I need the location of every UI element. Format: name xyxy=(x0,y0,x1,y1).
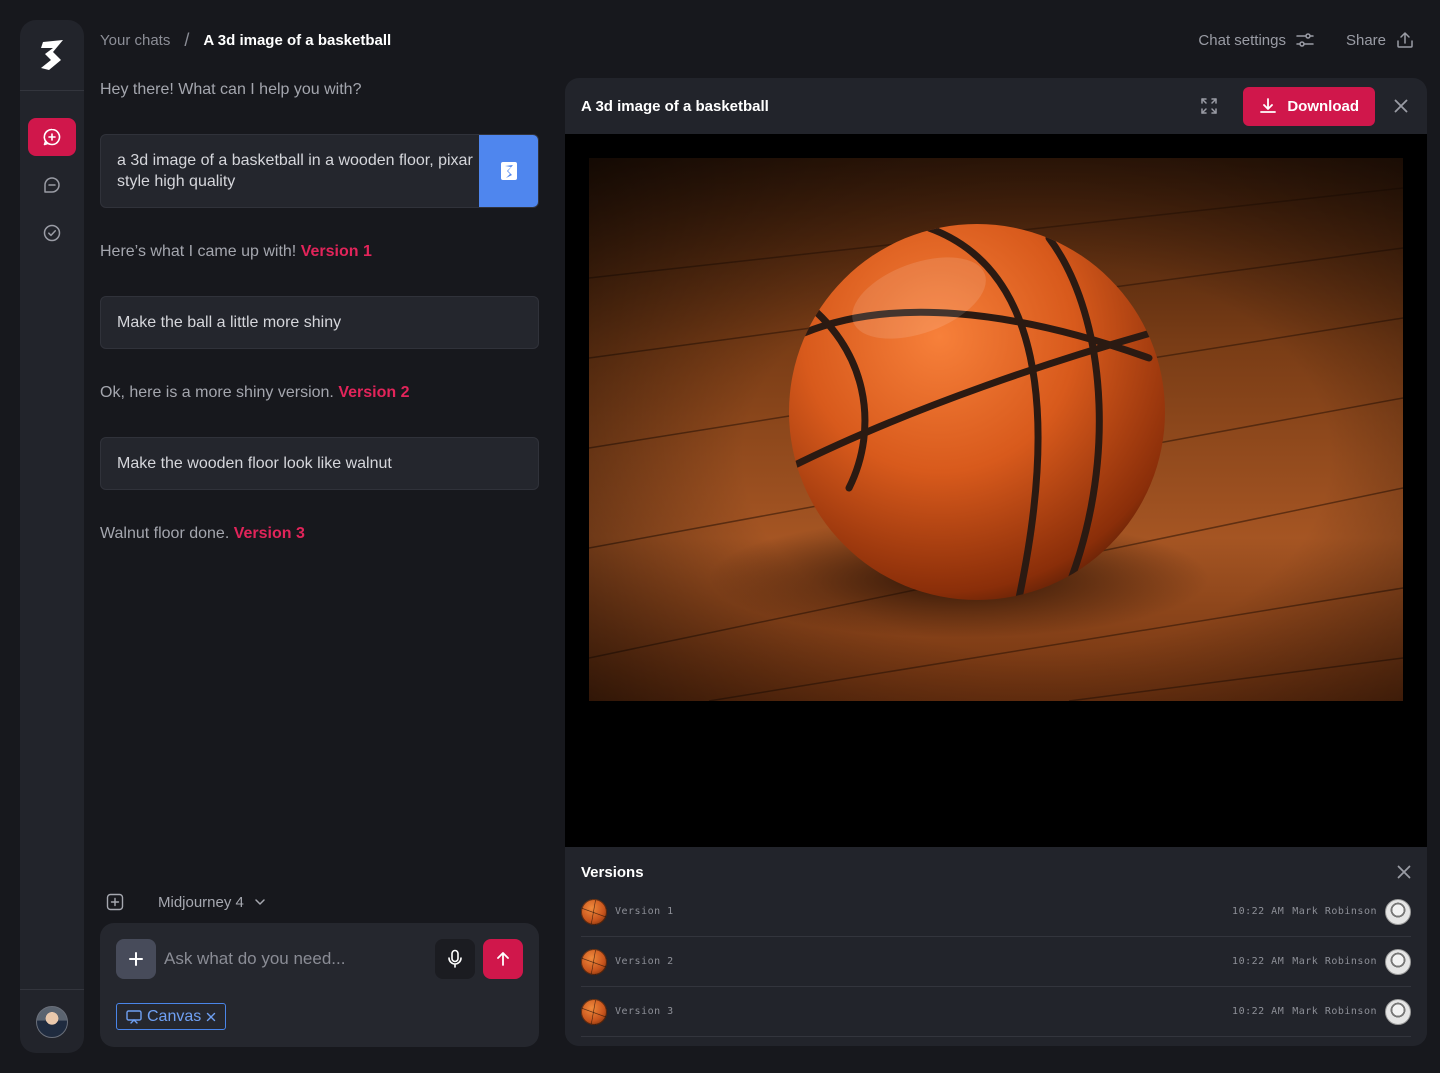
panel-title: A 3d image of a basketball xyxy=(581,97,769,115)
breadcrumb-root[interactable]: Your chats xyxy=(100,32,170,49)
chat-settings-button[interactable]: Chat settings xyxy=(1198,32,1314,49)
version-label: Version 3 xyxy=(615,1006,674,1017)
user-message: Make the wooden floor look like walnut xyxy=(100,437,539,490)
plus-icon xyxy=(129,952,143,966)
version-label: Version 1 xyxy=(615,906,674,917)
close-icon[interactable] xyxy=(206,1012,216,1022)
send-button[interactable] xyxy=(483,939,523,979)
canvas-chip-label: Canvas xyxy=(147,1007,202,1025)
version-link[interactable]: Version 3 xyxy=(234,525,305,542)
expand-button[interactable] xyxy=(1197,94,1221,118)
version-link[interactable]: Version 2 xyxy=(338,384,409,401)
microphone-button[interactable] xyxy=(435,939,475,979)
version-time: 10:22 AM xyxy=(1232,956,1285,967)
user-message: a 3d image of a basketball in a wooden f… xyxy=(100,134,539,208)
attachment-button[interactable] xyxy=(479,135,538,207)
sidebar-item-chats[interactable] xyxy=(28,166,76,204)
versions-panel: Versions Version 1 10:22 AM Mark Robinso… xyxy=(565,847,1427,1046)
version-row[interactable]: Version 2 10:22 AM Mark Robinson xyxy=(581,937,1411,987)
chat-settings-label: Chat settings xyxy=(1198,31,1286,49)
microphone-icon xyxy=(448,949,462,968)
panel-close-button[interactable] xyxy=(1391,96,1411,116)
add-square-icon[interactable] xyxy=(106,893,124,911)
versions-title: Versions xyxy=(581,863,644,881)
download-button[interactable]: Download xyxy=(1243,86,1375,126)
version-time: 10:22 AM xyxy=(1232,1006,1285,1017)
add-button[interactable] xyxy=(116,939,156,979)
breadcrumb-current: A 3d image of a basketball xyxy=(203,31,392,49)
chats-icon xyxy=(44,177,60,193)
version-user: Mark Robinson xyxy=(1292,1006,1377,1017)
attachment-file-icon xyxy=(500,162,517,180)
sidebar-item-new-chat[interactable] xyxy=(28,118,76,156)
download-icon xyxy=(1260,98,1277,113)
avatar xyxy=(1385,948,1411,975)
new-chat-icon xyxy=(43,128,61,146)
version-time: 10:22 AM xyxy=(1232,906,1285,917)
avatar xyxy=(1385,998,1411,1025)
composer: Canvas xyxy=(100,923,539,1047)
app-logo[interactable] xyxy=(20,20,84,91)
breadcrumb-separator: / xyxy=(184,29,190,50)
image-stage xyxy=(565,134,1427,847)
canvas-chip[interactable]: Canvas xyxy=(116,1003,227,1030)
assistant-message: Here’s what I came up with! Version 1 xyxy=(100,243,372,261)
version-thumbnail xyxy=(581,898,607,925)
left-rail xyxy=(20,20,84,1053)
assistant-reply-text: Walnut floor done. xyxy=(100,525,230,542)
logo-icon xyxy=(41,40,63,70)
expand-icon xyxy=(1201,98,1218,114)
user-message-text: Make the wooden floor look like walnut xyxy=(117,455,392,472)
user-avatar-area[interactable] xyxy=(20,989,84,1053)
assistant-reply-text: Here’s what I came up with! xyxy=(100,243,297,260)
model-row: Midjourney 4 xyxy=(106,892,266,912)
assistant-message: Hey there! What can I help you with? xyxy=(100,81,361,99)
version-user: Mark Robinson xyxy=(1292,906,1377,917)
sidebar-item-tasks[interactable] xyxy=(28,214,76,252)
avatar[interactable] xyxy=(36,1005,68,1038)
model-name: Midjourney 4 xyxy=(158,893,244,911)
share-icon xyxy=(1397,32,1413,48)
preview-panel: A 3d image of a basketball Download Vers… xyxy=(565,78,1427,1046)
share-button[interactable]: Share xyxy=(1346,31,1414,49)
header-actions: Chat settings Share xyxy=(1198,28,1414,52)
assistant-message: Walnut floor done. Version 3 xyxy=(100,525,305,543)
version-thumbnail xyxy=(581,998,607,1025)
avatar xyxy=(1385,898,1411,925)
share-label: Share xyxy=(1345,31,1386,49)
version-row[interactable]: Version 3 10:22 AM Mark Robinson xyxy=(581,987,1411,1037)
breadcrumb: Your chats / A 3d image of a basketball xyxy=(100,29,392,50)
assistant-reply-text: Ok, here is a more shiny version. xyxy=(100,384,334,401)
assistant-greeting: Hey there! What can I help you with? xyxy=(100,81,362,98)
versions-close-icon[interactable] xyxy=(1397,865,1411,879)
version-link[interactable]: Version 1 xyxy=(301,243,372,260)
chevron-down-icon xyxy=(255,899,265,905)
tasks-check-icon xyxy=(43,224,61,242)
user-message-text: Make the ball a little more shiny xyxy=(117,314,342,331)
canvas-icon xyxy=(126,1009,142,1024)
version-user: Mark Robinson xyxy=(1292,956,1377,967)
model-selector[interactable]: Midjourney 4 xyxy=(158,894,266,911)
version-row[interactable]: Version 1 10:22 AM Mark Robinson xyxy=(581,887,1411,937)
assistant-message: Ok, here is a more shiny version. Versio… xyxy=(100,384,409,402)
user-message: Make the ball a little more shiny xyxy=(100,296,539,349)
version-thumbnail xyxy=(581,948,607,975)
user-message-text: a 3d image of a basketball in a wooden f… xyxy=(117,152,473,190)
download-label: Download xyxy=(1287,97,1359,115)
prompt-input[interactable] xyxy=(164,949,424,969)
version-label: Version 2 xyxy=(615,956,674,967)
close-icon xyxy=(1394,99,1408,113)
sliders-icon xyxy=(1296,33,1314,47)
generated-image[interactable] xyxy=(589,158,1403,701)
panel-header: A 3d image of a basketball Download xyxy=(565,78,1427,134)
arrow-up-icon xyxy=(497,952,509,966)
